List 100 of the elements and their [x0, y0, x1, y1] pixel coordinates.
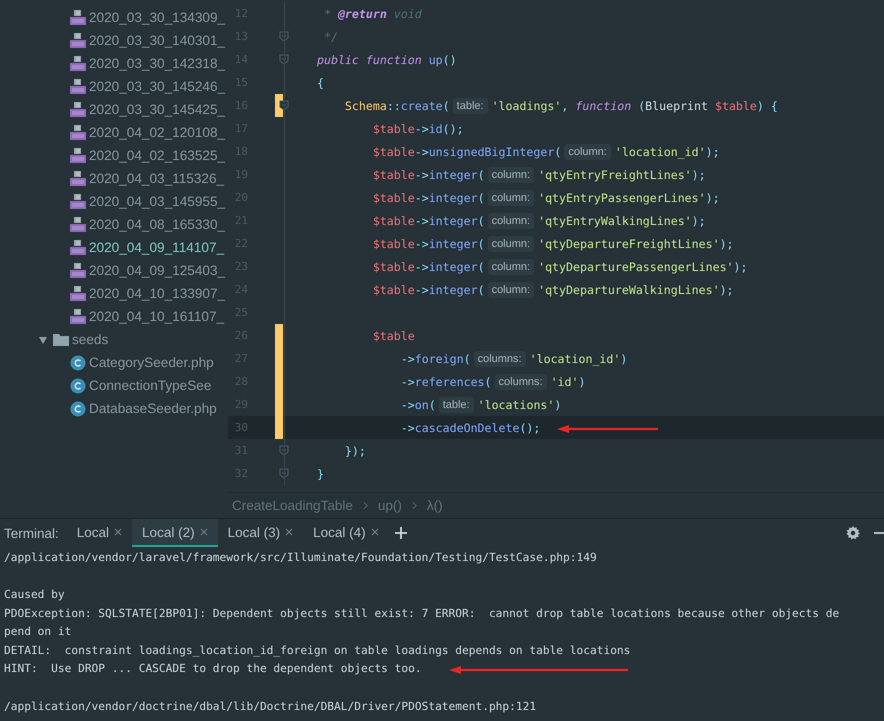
code-token: references: [414, 374, 485, 388]
parameter-hint: columns:: [474, 350, 526, 366]
terminal-line: HINT: Use DROP ... CASCADE to drop the dependent objects too.: [4, 662, 422, 676]
class-file-icon: [70, 354, 86, 370]
tree-item[interactable]: 2020_04_09_114107_: [89, 240, 224, 255]
php-file-icon: [70, 10, 86, 26]
code-token: */: [324, 30, 338, 44]
code-token: ->: [400, 352, 415, 366]
code-token: integer: [428, 260, 478, 274]
breadcrumb-item[interactable]: up(): [378, 498, 402, 513]
parameter-hint: column:: [564, 144, 611, 160]
code-token: (: [478, 260, 485, 274]
code-token: ->: [414, 260, 429, 274]
class-file-icon: [70, 400, 86, 416]
code-token: 'qtyDepartureWalkingLines': [538, 282, 720, 296]
breadcrumb-item[interactable]: λ(): [426, 498, 443, 513]
code-token: cascadeOnDelete: [414, 420, 520, 434]
code-token: ();: [442, 122, 464, 136]
tree-item[interactable]: 2020_03_30_140301_: [89, 33, 226, 48]
settings-icon[interactable]: [846, 526, 860, 540]
code-token: $table: [372, 282, 415, 296]
code-token: (: [478, 168, 485, 182]
code-token: ): [620, 352, 628, 366]
code-token: (: [428, 398, 436, 412]
terminal-tab[interactable]: Local (2): [132, 519, 218, 547]
code-token: 'qtyEntryPassengerLines': [538, 190, 706, 204]
code-token: ->: [414, 236, 429, 250]
tree-item[interactable]: 2020_04_03_145955_: [89, 194, 226, 209]
code-token: $table: [372, 236, 415, 250]
tree-item[interactable]: 2020_04_02_120108_: [89, 125, 226, 140]
code-token: (: [442, 98, 450, 112]
code-token: ->: [400, 374, 415, 388]
parameter-hint: column:: [488, 190, 534, 206]
tree-item[interactable]: 2020_04_02_163525_: [89, 148, 226, 163]
tree-item[interactable]: 2020_03_30_145425_: [89, 102, 226, 117]
folder-icon: [53, 332, 69, 346]
fold-icon[interactable]: [279, 100, 289, 111]
tree-item[interactable]: DatabaseSeeder.php: [89, 401, 217, 416]
parameter-hint: table:: [438, 396, 474, 412]
code-token: );: [706, 144, 720, 158]
close-icon[interactable]: [370, 528, 379, 536]
breadcrumb-item[interactable]: CreateLoadingTable: [232, 498, 353, 513]
code-token: create: [400, 98, 443, 112]
code-token: );: [720, 236, 734, 250]
code-token: ->: [414, 282, 429, 296]
code-token: (: [478, 190, 485, 204]
code-token: $table: [714, 98, 757, 112]
code-token: }: [317, 466, 324, 480]
close-icon[interactable]: [285, 528, 294, 536]
terminal-tab[interactable]: Local: [66, 519, 132, 547]
code-token: public function: [317, 52, 423, 66]
code-token: on: [414, 398, 429, 412]
code-token: integer: [428, 214, 478, 228]
code-token: );: [692, 168, 706, 182]
code-token: Blueprint: [645, 98, 709, 112]
terminal-tab[interactable]: Local (3): [218, 519, 304, 547]
expand-arrow-icon[interactable]: [38, 334, 48, 344]
tree-item[interactable]: 2020_03_30_142318_: [89, 56, 226, 71]
tree-item[interactable]: CategorySeeder.php: [89, 355, 214, 370]
code-token: ->: [400, 420, 415, 434]
php-file-icon: [70, 194, 86, 210]
chevron-icon: [362, 501, 368, 510]
tree-item[interactable]: seeds: [72, 332, 108, 347]
tree-item[interactable]: 2020_04_10_161107_: [89, 309, 224, 324]
terminal-label: Terminal:: [3, 526, 60, 540]
code-token: function: [575, 98, 632, 112]
php-file-icon: [70, 102, 86, 118]
terminal-line: DETAIL: constraint loadings_location_id_foreign on table loadings depends on table locations: [4, 644, 630, 657]
tree-item[interactable]: 2020_03_30_134309_: [89, 10, 226, 25]
code-token: (: [464, 352, 471, 366]
add-icon[interactable]: [394, 527, 407, 539]
tree-item[interactable]: ConnectionTypeSee: [89, 378, 212, 393]
php-file-icon: [70, 170, 86, 186]
php-file-icon: [70, 32, 86, 48]
tree-item[interactable]: 2020_04_08_165330_: [89, 217, 226, 232]
close-icon[interactable]: [200, 528, 208, 536]
tree-item[interactable]: 2020_04_03_115326_: [89, 171, 224, 186]
code-token: (): [442, 52, 457, 66]
tree-item[interactable]: 2020_04_10_133907_: [89, 286, 226, 301]
code-token: $table: [372, 190, 415, 204]
code-token: 'location_id': [614, 144, 706, 158]
tree-item[interactable]: 2020_03_30_145246_: [89, 79, 226, 94]
parameter-hint: columns:: [494, 374, 547, 390]
code-token: 'qtyDeparturePassengerLines': [538, 260, 734, 274]
code-token: unsignedBigInteger: [428, 144, 554, 158]
tree-item[interactable]: 2020_04_09_125403_: [89, 263, 226, 278]
php-file-icon: [70, 216, 86, 232]
code-token: $table: [372, 214, 415, 228]
code-token: 'locations': [478, 398, 554, 412]
terminal-tab[interactable]: Local (4): [303, 519, 389, 547]
php-file-icon: [70, 124, 86, 140]
php-file-icon: [70, 262, 86, 278]
code-token: up: [428, 52, 443, 66]
code-token: (: [484, 374, 492, 388]
code-token: 'location_id': [530, 352, 620, 366]
close-icon[interactable]: [114, 528, 122, 536]
terminal-line: Caused by: [4, 588, 65, 601]
code-token: {: [317, 76, 324, 90]
code-token: (: [554, 144, 562, 158]
chevron-icon: [412, 501, 417, 510]
